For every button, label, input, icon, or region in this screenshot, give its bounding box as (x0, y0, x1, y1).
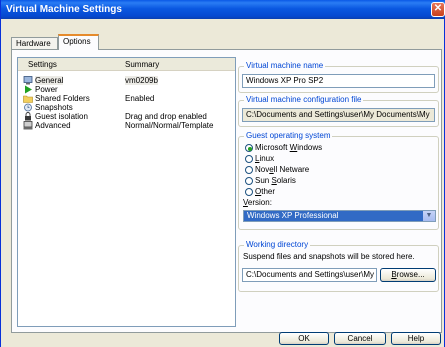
guest-os-group-title: Guest operating system (244, 131, 333, 141)
window-title: Virtual Machine Settings (6, 4, 122, 15)
list-item-summary: Normal/Normal/Template (125, 121, 214, 130)
options-tab-pane: Settings Summary General vm0209b Power S… (11, 49, 442, 333)
tab-options[interactable]: Options (58, 34, 99, 50)
list-item-summary: vm0209b (125, 76, 158, 85)
list-item-advanced[interactable]: Advanced Normal/Normal/Template (18, 121, 235, 130)
list-item-label: Advanced (35, 121, 71, 130)
radio-button[interactable] (245, 166, 253, 174)
radio-button[interactable] (245, 155, 253, 163)
radio-button[interactable] (245, 144, 253, 152)
vm-settings-window: Virtual Machine Settings ✕ Hardware Opti… (0, 0, 445, 347)
working-dir-group-title: Working directory (244, 240, 311, 250)
radio-label: Sun Solaris (255, 176, 296, 185)
close-button[interactable]: ✕ (431, 2, 445, 17)
chevron-down-icon[interactable]: ▼ (423, 211, 435, 221)
config-file-field: C:\Documents and Settings\user\My Docume… (242, 108, 435, 122)
radio-label: Other (255, 187, 276, 196)
browse-button[interactable]: Browse... (380, 268, 436, 282)
version-label: Version: (243, 198, 272, 207)
vm-name-group: Virtual machine name Windows XP Pro SP2 (238, 61, 439, 93)
list-item-general[interactable]: General vm0209b (18, 76, 235, 85)
working-dir-input[interactable]: C:\Documents and Settings\user\My (242, 268, 377, 282)
list-item-label: General (35, 76, 64, 85)
column-header-summary[interactable]: Summary (125, 60, 159, 69)
list-item-guest-isolation[interactable]: Guest isolation Drag and drop enabled (18, 112, 235, 121)
settings-list[interactable]: Settings Summary General vm0209b Power S… (17, 57, 236, 327)
list-header: Settings Summary (18, 58, 235, 71)
tab-hardware[interactable]: Hardware (11, 37, 58, 49)
radio-label: Novell Netware (255, 165, 310, 174)
list-item-power[interactable]: Power (18, 85, 235, 94)
snapshot-icon (24, 103, 32, 112)
list-item-shared-folders[interactable]: Shared Folders Enabled (18, 94, 235, 103)
radio-label: Microsoft Windows (255, 143, 323, 152)
list-item-label: Snapshots (35, 103, 73, 112)
list-item-label: Shared Folders (35, 94, 90, 103)
radio-button[interactable] (245, 177, 253, 185)
version-select[interactable]: Windows XP Professional ▼ (243, 210, 436, 222)
list-item-label: Guest isolation (35, 112, 88, 121)
list-item-label: Power (35, 85, 58, 94)
play-icon (25, 85, 32, 94)
help-button[interactable]: Help (391, 332, 441, 345)
radio-label: Linux (255, 154, 275, 163)
list-item-summary: Drag and drop enabled (125, 112, 207, 121)
ok-button[interactable]: OK (279, 332, 329, 345)
guest-os-group: Guest operating system Microsoft Windows… (238, 131, 439, 230)
config-file-group-title: Virtual machine configuration file (244, 95, 364, 105)
working-dir-description: Suspend files and snapshots will be stor… (243, 252, 415, 261)
monitor-icon (23, 76, 33, 85)
computer-icon (23, 121, 33, 130)
lock-icon (25, 112, 31, 121)
column-header-settings[interactable]: Settings (28, 60, 57, 69)
vm-name-group-title: Virtual machine name (244, 61, 326, 71)
folder-icon (23, 95, 33, 103)
radio-button[interactable] (245, 188, 253, 196)
working-dir-group: Working directory Suspend files and snap… (238, 240, 439, 292)
list-item-snapshots[interactable]: Snapshots (18, 103, 235, 112)
version-select-value: Windows XP Professional (247, 211, 339, 220)
config-file-group: Virtual machine configuration file C:\Do… (238, 95, 439, 127)
vm-name-input[interactable]: Windows XP Pro SP2 (242, 74, 435, 88)
cancel-button[interactable]: Cancel (334, 332, 386, 345)
radio-selected-dot (248, 147, 252, 151)
list-item-summary: Enabled (125, 94, 155, 103)
title-bar: Virtual Machine Settings ✕ (1, 0, 445, 19)
